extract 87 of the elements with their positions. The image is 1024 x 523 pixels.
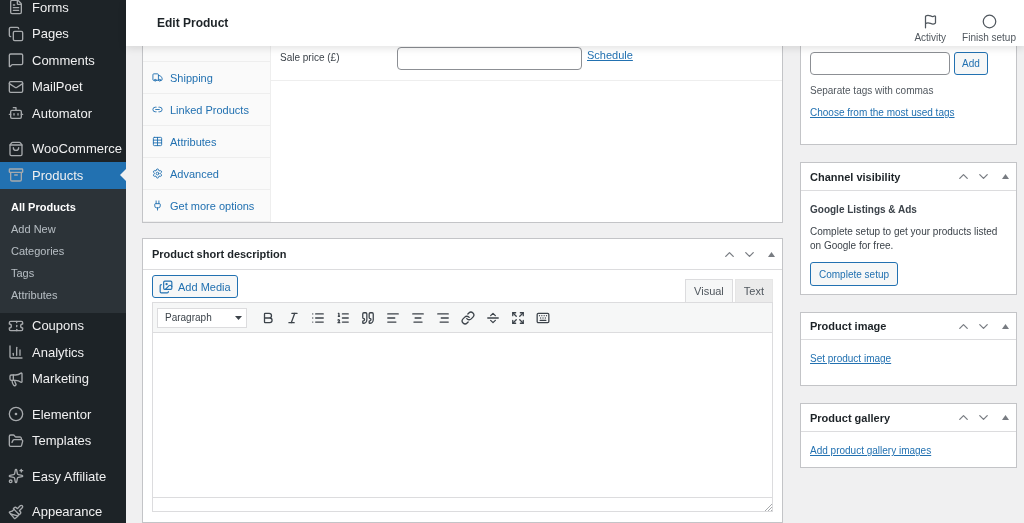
sidebar-item[interactable]: Appearance <box>0 498 126 523</box>
panel-title: Product image <box>810 320 888 332</box>
collapse-triangle-icon[interactable] <box>1002 174 1009 179</box>
table-icon <box>152 136 163 147</box>
complete-setup-button[interactable]: Complete setup <box>810 262 899 286</box>
paintbrush-icon <box>8 503 24 520</box>
bar-chart-icon <box>8 344 24 361</box>
truck-icon <box>152 72 163 83</box>
current-pointer-icon <box>120 169 126 181</box>
set-image-link[interactable]: Set product image <box>810 353 892 364</box>
quote-icon[interactable] <box>361 310 375 325</box>
add-media-button[interactable]: Add Media <box>152 275 238 298</box>
panel-title: Product short description <box>152 248 288 260</box>
flag-icon <box>922 13 938 29</box>
sidebar-item[interactable]: Easy Affiliate <box>0 463 126 490</box>
mail-icon <box>8 78 24 95</box>
circle-icon <box>981 13 997 29</box>
plug-icon <box>152 200 163 211</box>
folder-icon <box>8 432 24 449</box>
submenu-item[interactable]: All Products <box>0 195 126 218</box>
media-icon <box>159 279 173 294</box>
resize-handle-icon[interactable] <box>764 503 772 511</box>
collapse-triangle-icon[interactable] <box>768 251 775 257</box>
sidebar-item[interactable]: MailPoet <box>0 73 126 100</box>
sidebar-item[interactable]: Marketing <box>0 365 126 392</box>
form-icon <box>8 0 24 16</box>
collapse-triangle-icon[interactable] <box>1002 323 1009 329</box>
submenu-item[interactable]: Add New <box>0 217 126 240</box>
numbered-list-icon[interactable] <box>336 310 350 325</box>
tags-hint: Separate tags with commas <box>810 85 935 96</box>
tag-field[interactable] <box>810 52 950 75</box>
sidebar-item[interactable]: Elementor <box>0 401 126 428</box>
sidebar-item[interactable]: Automator <box>0 100 126 127</box>
sidebar-item[interactable]: Comments <box>0 47 126 74</box>
pages-icon <box>8 25 24 42</box>
editor-tab[interactable]: Text <box>734 279 773 302</box>
archive-icon <box>8 167 24 184</box>
setup-text: Complete setup to get your products listed on Google for free. <box>810 225 999 253</box>
product-data-tab[interactable]: Get more options <box>143 190 270 222</box>
panel-title: Channel visibility <box>810 170 902 183</box>
caret-icon <box>235 315 242 320</box>
panel-title: Product gallery <box>810 411 892 424</box>
product-data-tab[interactable]: Attributes <box>143 126 270 158</box>
format-select[interactable]: Paragraph <box>157 307 247 328</box>
robot-icon <box>8 105 24 122</box>
field-label: Sale price (£) <box>280 52 341 63</box>
circle-icon <box>8 406 24 423</box>
sidebar-item[interactable]: Pages <box>0 20 126 47</box>
schedule-link[interactable]: Schedule <box>587 49 633 61</box>
submenu-item[interactable]: Attributes <box>0 283 126 306</box>
align-left-icon[interactable] <box>386 310 400 325</box>
product-data-tab[interactable]: Advanced <box>143 158 270 190</box>
section-subtitle: Google Listings & Ads <box>810 204 918 215</box>
sidebar-item[interactable]: Analytics <box>0 339 126 366</box>
sidebar-item[interactable]: WooCommerce <box>0 135 126 162</box>
italic-icon[interactable] <box>286 310 300 325</box>
fullscreen-icon[interactable] <box>511 310 525 325</box>
add-gallery-link[interactable]: Add product gallery images <box>810 445 932 456</box>
add-tag-button[interactable]: Add <box>954 52 988 75</box>
product-data-tab[interactable]: Shipping <box>143 62 270 94</box>
sidebar-item[interactable]: Forms <box>0 0 126 21</box>
most-used-tags-link[interactable]: Choose from the most used tags <box>810 107 955 118</box>
submenu-item[interactable]: Categories <box>0 239 126 262</box>
page-title: Edit Product <box>157 16 230 30</box>
bag-icon <box>8 140 24 157</box>
link-icon[interactable] <box>461 310 475 325</box>
link-icon <box>152 104 163 115</box>
gear-icon <box>152 168 163 179</box>
header-action[interactable]: Finish setup <box>954 13 1024 43</box>
product-data-tab[interactable]: Linked Products <box>143 94 270 126</box>
comment-icon <box>8 52 24 69</box>
collapse-triangle-icon[interactable] <box>1002 415 1009 420</box>
sale-price-field[interactable] <box>397 47 582 70</box>
bullet-list-icon[interactable] <box>311 310 325 325</box>
align-center-icon[interactable] <box>411 310 425 325</box>
sidebar-item[interactable]: Templates <box>0 427 126 454</box>
read-more-icon[interactable] <box>486 310 500 325</box>
bold-icon[interactable] <box>261 310 275 325</box>
sidebar-item[interactable]: Products <box>0 162 126 189</box>
submenu-item[interactable]: Tags <box>0 261 126 284</box>
sidebar-item[interactable]: Coupons <box>0 312 126 339</box>
megaphone-icon <box>8 370 24 387</box>
header-action[interactable]: Activity <box>906 13 955 43</box>
keyboard-icon[interactable] <box>536 310 550 325</box>
editor-tab[interactable]: Visual <box>685 279 733 302</box>
sparkles-icon <box>8 468 24 485</box>
align-right-icon[interactable] <box>436 310 450 325</box>
